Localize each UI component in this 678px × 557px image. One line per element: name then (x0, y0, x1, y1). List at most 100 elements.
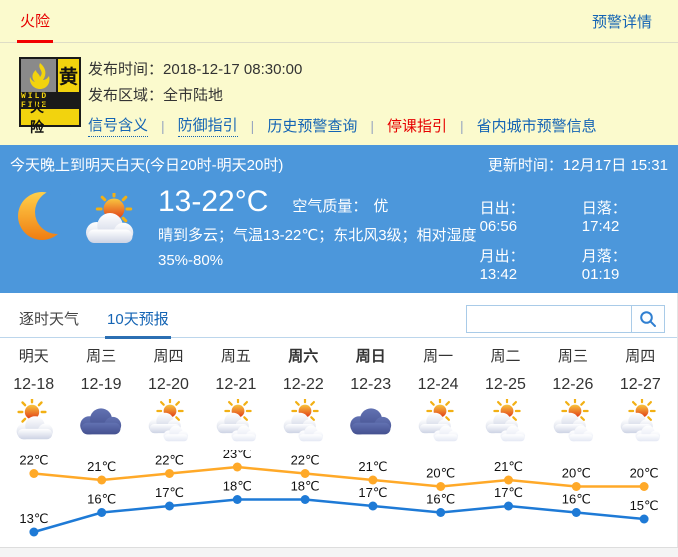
day-column[interactable]: 周五12-21 (202, 345, 269, 394)
warning-info: 发布时间：2018-12-17 08:30:00 发布区域：全市陆地 信号含义|… (88, 57, 597, 137)
link-separator: | (370, 118, 374, 134)
temp-label: 22℃ (155, 453, 184, 468)
day-date: 12-22 (270, 376, 337, 394)
publish-time-value: 2018-12-17 08:30:00 (163, 61, 302, 78)
warning-links: 信号含义|防御指引|历史预警查询|停课指引|省内城市预警信息 (88, 114, 597, 137)
search-button[interactable] (631, 305, 665, 333)
day-column[interactable]: 周二12-25 (472, 345, 539, 394)
temp-label: 18℃ (291, 479, 320, 494)
day-column[interactable]: 周三12-19 (67, 345, 134, 394)
temp-point (640, 515, 649, 524)
update-time-label: 更新时间： (488, 157, 563, 174)
air-quality-label: 空气质量： (292, 198, 367, 215)
warning-link[interactable]: 省内城市预警信息 (477, 115, 597, 136)
temp-label: 22℃ (291, 453, 320, 468)
tab-fire-risk[interactable]: 火险 (17, 10, 53, 43)
warning-link[interactable]: 历史预警查询 (267, 115, 357, 136)
flame-icon (21, 59, 56, 92)
current-weather-body: 13-22°C 空气质量：优 晴到多云；气温13-22℃；东北风3级；相对湿度3… (0, 175, 678, 283)
day-name: 周三 (67, 345, 134, 366)
weather-icon-sun-two-clouds (539, 397, 606, 447)
temp-point (97, 476, 106, 485)
warning-link[interactable]: 停课指引 (387, 115, 447, 136)
temp-point (29, 528, 38, 537)
temp-point (572, 482, 581, 491)
temp-label: 16℃ (426, 492, 455, 507)
temp-label: 15℃ (630, 498, 659, 513)
day-name: 周四 (607, 345, 674, 366)
warning-link[interactable]: 信号含义 (88, 114, 148, 137)
current-weather-section: 今天晚上到明天白天(今日20时-明天20时) 更新时间：12月17日 15:31… (0, 145, 678, 293)
badge-type-label: 火 险 (21, 109, 79, 125)
sun-moon-item: 月出：13:42 (480, 245, 554, 283)
day-column[interactable]: 周一12-24 (404, 345, 471, 394)
bottom-strip (0, 547, 678, 557)
tab-fire-risk-label: 火险 (20, 13, 50, 30)
wildfire-warning-icon: 黄 WILD FIRE 火 险 (19, 57, 81, 127)
day-column[interactable]: 周日12-23 (337, 345, 404, 394)
temp-point (29, 469, 38, 478)
temp-label: 13℃ (19, 511, 48, 526)
temp-label: 17℃ (494, 485, 523, 500)
tab-hourly-weather[interactable]: 逐时天气 (17, 308, 81, 339)
temp-point (368, 502, 377, 511)
day-column[interactable]: 周三12-26 (539, 345, 606, 394)
day-name: 周三 (539, 345, 606, 366)
forecast-tabs-row: 逐时天气 10天预报 (0, 293, 677, 338)
temp-chart: 22℃21℃22℃23℃22℃21℃20℃21℃20℃20℃13℃16℃17℃1… (0, 450, 678, 547)
sun-moon-value: 01:19 (582, 266, 620, 283)
temp-label: 22℃ (19, 453, 48, 468)
weather-icon-sun-two-clouds (404, 397, 471, 447)
warning-link[interactable]: 防御指引 (178, 114, 238, 137)
publish-area-row: 发布区域：全市陆地 (88, 83, 597, 109)
weather-description: 晴到多云；气温13-22℃；东北风3级；相对湿度35%-80% (158, 223, 480, 273)
warning-section: 黄 WILD FIRE 火 险 发布时间：2018-12-17 08:30:00… (0, 43, 678, 145)
sun-moon-value: 17:42 (582, 218, 620, 235)
sun-moon-item: 月落：01:19 (582, 245, 656, 283)
sun-moon-label: 日出： (480, 200, 525, 217)
temp-label: 20℃ (562, 466, 591, 481)
weather-icon-sun-two-clouds (135, 397, 202, 447)
day-name: 周日 (337, 345, 404, 366)
temp-label: 20℃ (426, 466, 455, 481)
weather-icon-sun-two-clouds (202, 397, 269, 447)
temp-point (436, 508, 445, 517)
search-icon (639, 310, 657, 328)
day-column[interactable]: 周六12-22 (270, 345, 337, 394)
temp-label: 23℃ (223, 450, 252, 461)
day-name: 周五 (202, 345, 269, 366)
weather-icon-cloudy (337, 397, 404, 447)
current-weather-text: 13-22°C 空气质量：优 晴到多云；气温13-22℃；东北风3级；相对湿度3… (158, 185, 480, 273)
publish-area-value: 全市陆地 (163, 87, 223, 104)
day-column[interactable]: 周四12-27 (607, 345, 674, 394)
day-date: 12-20 (135, 376, 202, 394)
current-weather-header: 今天晚上到明天白天(今日20时-明天20时) 更新时间：12月17日 15:31 (0, 145, 678, 175)
sun-moon-label: 月落： (582, 248, 627, 265)
weather-icon-sun-cloud (0, 397, 67, 447)
day-date: 12-25 (472, 376, 539, 394)
alert-tab-bar: 火险 预警详情 (0, 0, 678, 43)
temp-range: 13-22°C (158, 185, 268, 219)
sun-moon-times: 日出：06:56 日落：17:42 月出：13:42 月落：01:19 (480, 197, 656, 283)
temp-point (504, 476, 513, 485)
temp-label: 16℃ (562, 492, 591, 507)
temp-label: 21℃ (358, 459, 387, 474)
warning-detail-link[interactable]: 预警详情 (592, 11, 652, 32)
search-input[interactable] (466, 305, 631, 333)
temp-point (233, 495, 242, 504)
update-time: 更新时间：12月17日 15:31 (488, 154, 668, 175)
temp-label: 20℃ (630, 466, 659, 481)
sun-moon-value: 06:56 (480, 218, 518, 235)
tab-ten-day-forecast[interactable]: 10天预报 (105, 308, 171, 339)
temp-line (34, 467, 644, 487)
temp-label: 17℃ (155, 485, 184, 500)
temp-point (640, 482, 649, 491)
forecast-days-grid: 明天12-18周三12-19周四12-20周五12-21周六12-22周日12-… (0, 345, 674, 394)
temp-point (368, 476, 377, 485)
temp-label: 16℃ (87, 492, 116, 507)
sun-moon-label: 日落： (582, 200, 627, 217)
day-name: 周四 (135, 345, 202, 366)
period-title: 今天晚上到明天白天(今日20时-明天20时) (10, 154, 283, 175)
day-column[interactable]: 明天12-18 (0, 345, 67, 394)
day-column[interactable]: 周四 12-20 (135, 345, 202, 394)
